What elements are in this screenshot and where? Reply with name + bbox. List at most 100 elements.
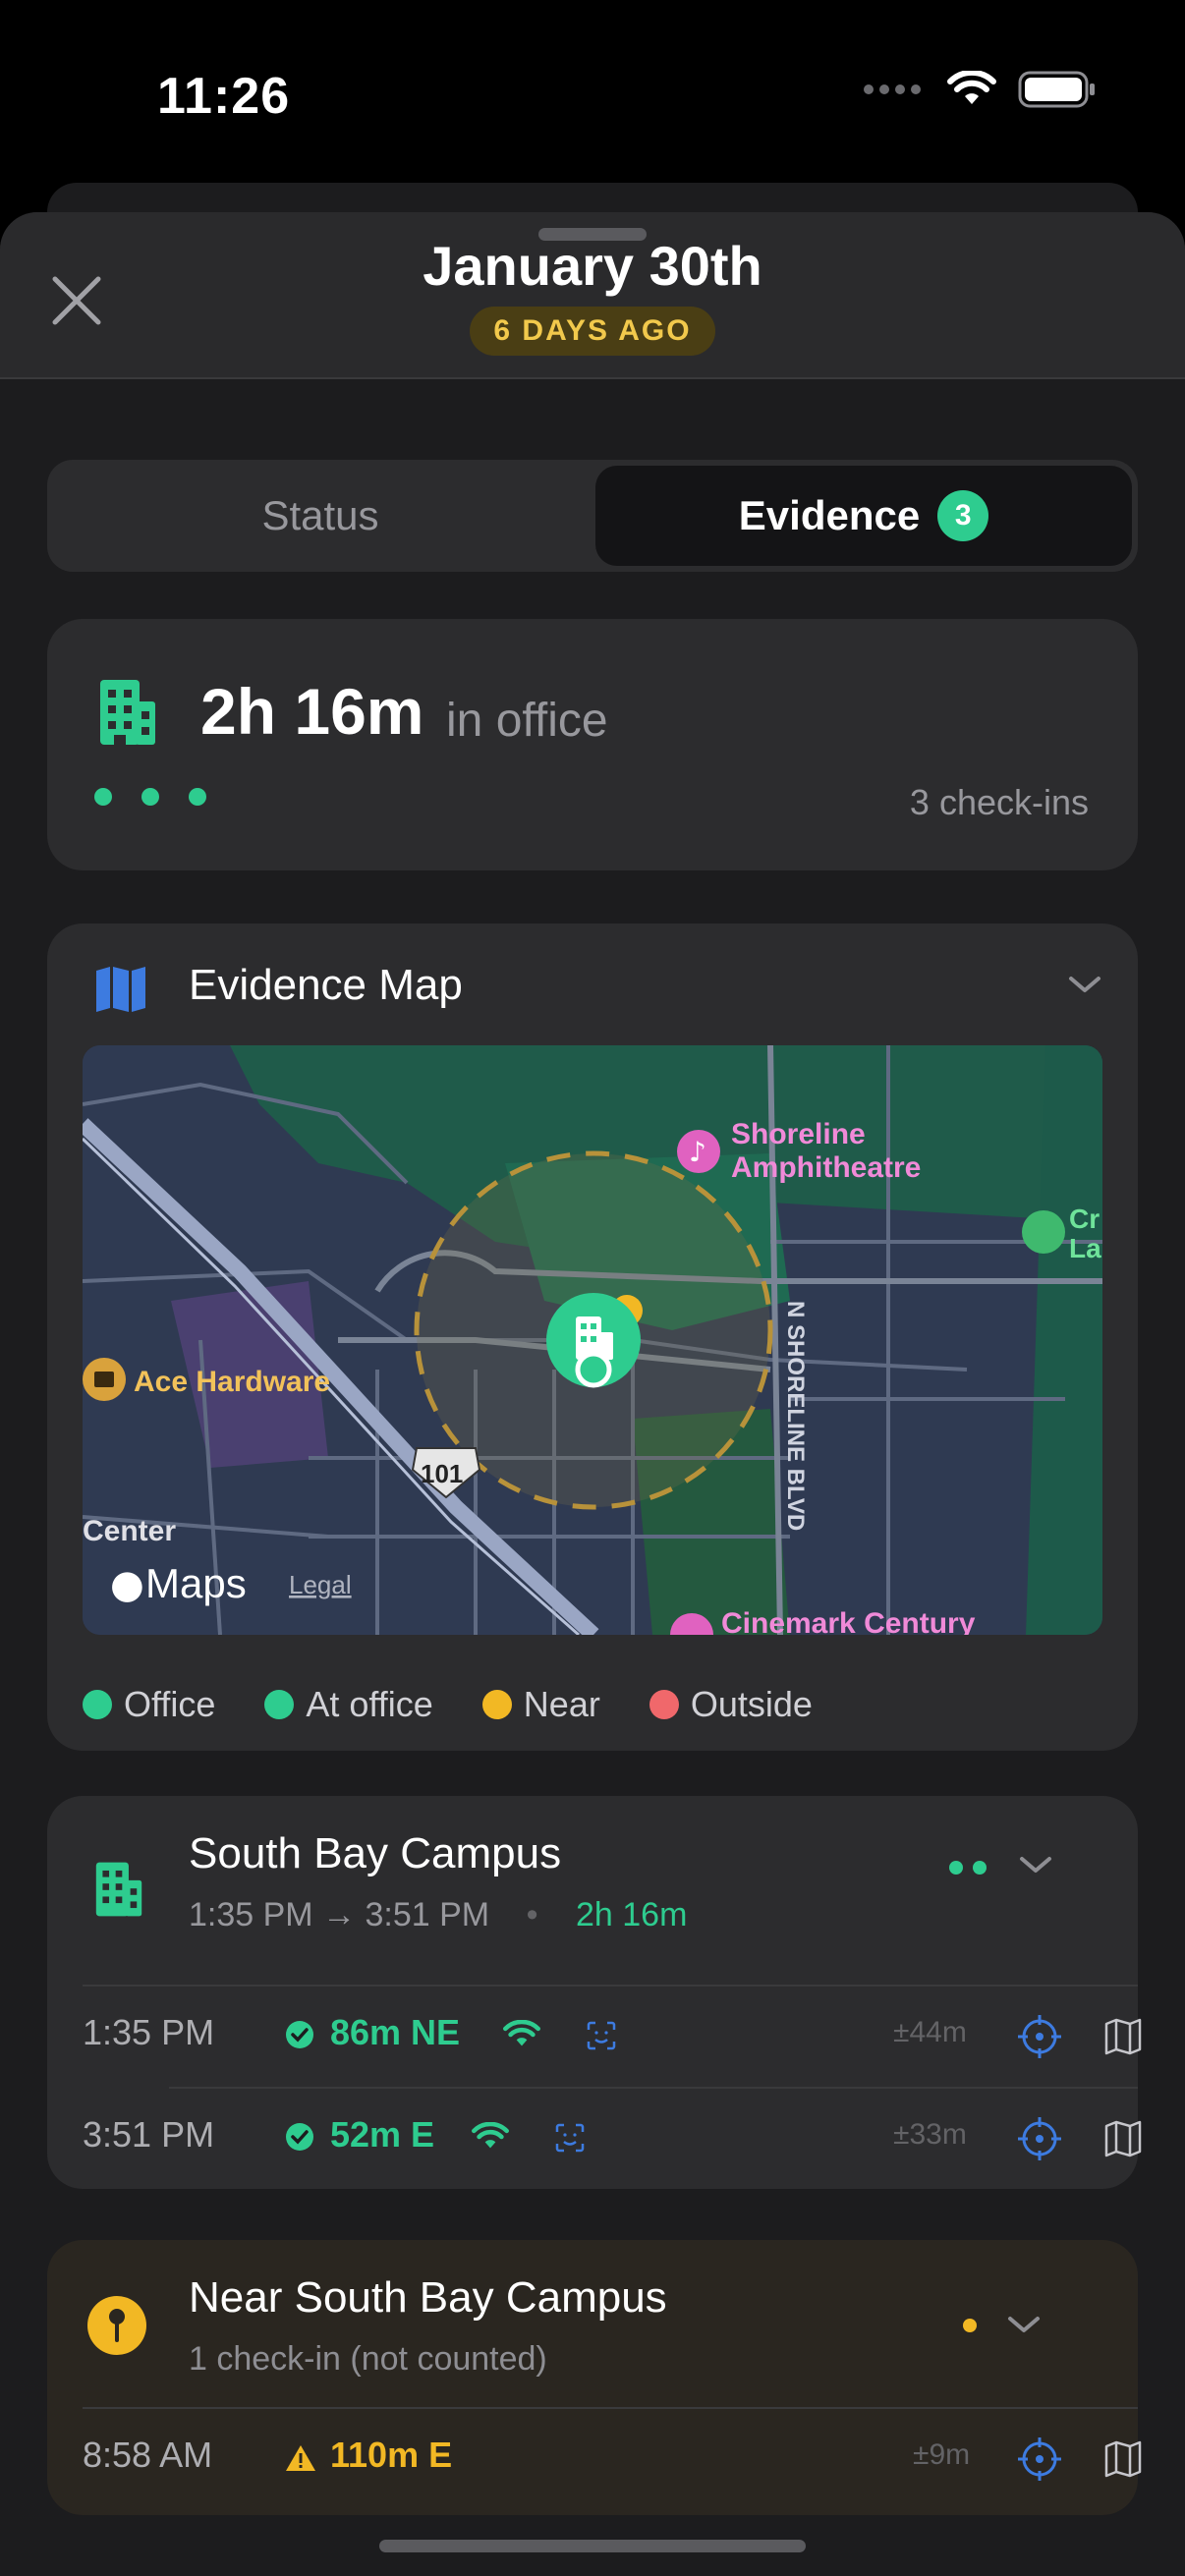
map-label-center: Center	[83, 1515, 176, 1547]
near-campus-card[interactable]: Near South Bay Campus 1 check-in (not co…	[47, 2240, 1142, 2515]
map-label-amphitheatre: Amphitheatre	[731, 1151, 921, 1184]
evidence-count-badge: 3	[937, 490, 989, 541]
office-building-icon	[95, 1862, 142, 1917]
legend-dot-outside	[649, 1690, 679, 1719]
legend-item-outside: Outside	[649, 1684, 813, 1725]
status-bar: 11:26	[0, 0, 1185, 196]
evidence-distance: 86m NE	[330, 2012, 461, 2052]
map-label-cinemark: Cinemark Century	[721, 1607, 976, 1635]
wifi-icon	[472, 2122, 509, 2149]
map-icon[interactable]	[1104, 2120, 1142, 2157]
map-legend: Office At office Near Outside	[83, 1684, 862, 1725]
campus-name: South Bay Campus	[189, 1829, 562, 1877]
wifi-icon	[947, 71, 996, 104]
map-label-cr: Cr	[1069, 1204, 1100, 1234]
evidence-accuracy: ±44m	[893, 2016, 967, 2048]
battery-icon	[1018, 71, 1095, 108]
legend-dot-office	[83, 1690, 112, 1719]
days-ago-badge: 6 DAYS AGO	[470, 307, 715, 356]
face-id-icon	[587, 2021, 616, 2050]
checkin-dot	[949, 1861, 963, 1875]
map-label-highway-101: 101	[421, 1459, 463, 1488]
campus-card[interactable]: South Bay Campus 1:35 PM → 3:51 PM • 2h …	[47, 1796, 1142, 2189]
legend-dot-at-office	[264, 1690, 295, 1719]
chevron-down-icon[interactable]	[1006, 2313, 1042, 2336]
evidence-accuracy: ±33m	[893, 2118, 967, 2151]
status-icons	[863, 71, 1097, 108]
warning-icon	[286, 2445, 315, 2471]
legend-label: Office	[124, 1684, 216, 1724]
map-icon	[96, 967, 145, 1012]
office-building-icon	[100, 680, 155, 745]
near-status-dot	[963, 2319, 977, 2332]
evidence-time: 3:51 PM	[83, 2114, 215, 2155]
checkin-dot	[94, 788, 112, 806]
near-campus-name: Near South Bay Campus	[189, 2273, 667, 2322]
locate-icon[interactable]	[1017, 2436, 1062, 2482]
office-duration-label: in office	[446, 695, 608, 747]
tab-evidence[interactable]: Evidence 3	[595, 466, 1132, 566]
legend-item-at-office: At office	[264, 1684, 433, 1725]
locate-icon[interactable]	[1017, 2014, 1062, 2059]
page-title: January 30th	[423, 235, 762, 297]
near-campus-subtitle: 1 check-in (not counted)	[189, 2340, 547, 2378]
evidence-time: 8:58 AM	[83, 2435, 213, 2475]
evidence-row: 8:58 AM 110m E ±9m	[83, 2407, 1142, 2509]
evidence-map[interactable]: ♪ Shoreline Amphitheatre Cr La Ace Hardw…	[83, 1045, 1102, 1635]
day-detail-sheet: January 30th 6 DAYS AGO Status Evidence …	[0, 212, 1185, 2576]
legend-label: Outside	[690, 1684, 813, 1724]
chevron-down-icon[interactable]	[1067, 973, 1102, 996]
tab-status[interactable]: Status	[47, 460, 593, 572]
check-circle-icon	[286, 2021, 313, 2048]
map-label-shoreline: Shoreline	[731, 1118, 866, 1150]
checkin-dots	[94, 788, 206, 806]
evidence-map-card[interactable]: Evidence Map ♪ Shoreline Amphitheatre Cr…	[47, 924, 1138, 1751]
checkin-dot	[189, 788, 206, 806]
svg-text:♪: ♪	[689, 1136, 706, 1168]
map-label-la: La	[1069, 1233, 1101, 1263]
apple-logo-icon: ●	[110, 1562, 144, 1607]
campus-duration: 2h 16m	[576, 1896, 688, 1933]
campus-time-range: 1:35 PM → 3:51 PM •	[189, 1896, 538, 1934]
tab-status-label: Status	[261, 492, 379, 538]
status-time: 11:26	[157, 68, 291, 125]
campus-status-dots	[949, 1861, 987, 1875]
time-range-text: 1:35 PM → 3:51 PM	[189, 1896, 490, 1933]
evidence-distance: 110m E	[330, 2435, 453, 2475]
evidence-accuracy: ±9m	[913, 2438, 971, 2471]
tab-evidence-label: Evidence	[738, 492, 921, 538]
evidence-time: 1:35 PM	[83, 2012, 215, 2052]
map-label-road: N SHORELINE BLVD	[782, 1301, 809, 1531]
checkin-dot	[973, 1861, 987, 1875]
maps-attribution: Maps	[145, 1560, 247, 1606]
check-circle-icon	[286, 2123, 313, 2151]
location-pin-icon	[87, 2296, 146, 2355]
separator-dot: •	[526, 1896, 538, 1933]
signal-icon	[864, 84, 921, 94]
evidence-row: 1:35 PM 86m NE ±44m	[83, 1985, 1142, 2087]
evidence-distance: 52m E	[330, 2114, 435, 2155]
legend-label: Near	[523, 1684, 600, 1724]
segmented-control: Status Evidence 3	[47, 460, 1138, 572]
map-icon[interactable]	[1104, 2018, 1142, 2055]
locate-icon[interactable]	[1017, 2116, 1062, 2161]
wifi-icon	[503, 2020, 540, 2046]
checkins-count: 3 check-ins	[909, 782, 1089, 822]
map-canvas[interactable]: ♪ Shoreline Amphitheatre Cr La Ace Hardw…	[83, 1045, 1102, 1635]
legend-dot-near	[481, 1690, 512, 1719]
map-icon[interactable]	[1104, 2440, 1142, 2478]
evidence-map-title: Evidence Map	[189, 961, 463, 1009]
summary-card: 2h 16m in office 3 check-ins	[47, 619, 1138, 870]
chevron-down-icon[interactable]	[1018, 1853, 1053, 1876]
face-id-icon	[555, 2123, 585, 2153]
map-label-ace-hardware: Ace Hardware	[134, 1366, 330, 1398]
checkin-dot	[141, 788, 159, 806]
legend-item-office: Office	[83, 1684, 215, 1725]
legend-item-near: Near	[481, 1684, 600, 1725]
legal-link: Legal	[289, 1570, 352, 1599]
home-indicator	[379, 2540, 806, 2552]
sheet-header: January 30th 6 DAYS AGO	[0, 212, 1185, 379]
office-duration: 2h 16m	[200, 675, 424, 748]
legend-label: At office	[306, 1684, 433, 1724]
evidence-row: 3:51 PM 52m E ±33m	[83, 2087, 1142, 2189]
